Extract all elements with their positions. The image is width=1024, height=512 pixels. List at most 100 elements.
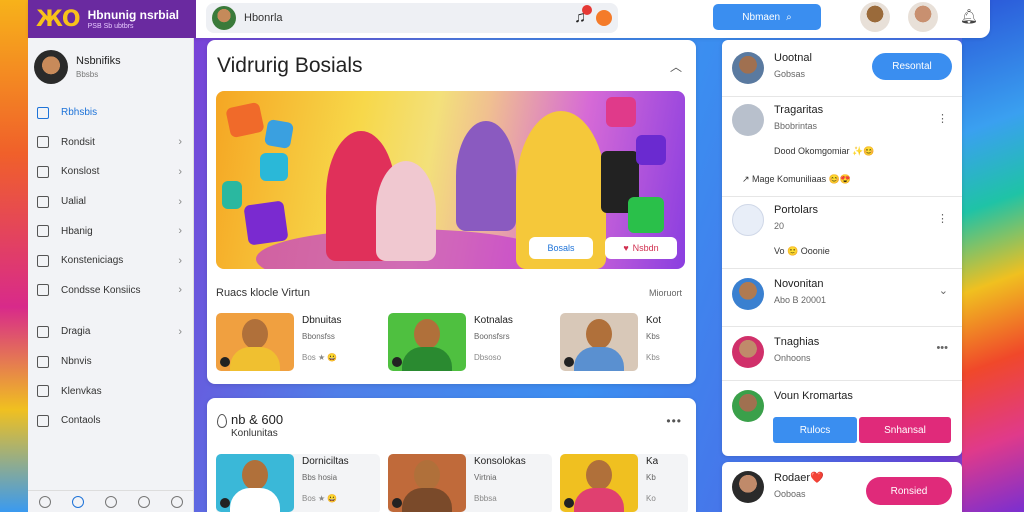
avatar <box>732 204 764 236</box>
more-icon[interactable]: ⋮ <box>937 112 948 125</box>
sidebar-item-2[interactable]: Konslost › <box>28 157 194 187</box>
sidebar-item-0[interactable]: Rbhsbis <box>28 98 194 128</box>
card-title: Ka <box>646 456 659 467</box>
sidebar-item-4[interactable]: Hbanig › <box>28 216 194 246</box>
contact-sub: Bbobrintas <box>774 121 818 131</box>
card-thumbnail <box>560 313 638 371</box>
music-icon[interactable]: ♫ <box>574 5 592 27</box>
settings-icon[interactable] <box>171 495 184 508</box>
left-sidebar: Nsbnifiks Bbsbs Rbhsbis Rondsit › Konslost ›… <box>28 38 194 512</box>
contact-row[interactable]: Tnaghias Onhoons <box>722 336 962 368</box>
app-tile-icon <box>243 200 289 246</box>
brand-logo: ЖO <box>36 6 81 32</box>
sidebar-item-5[interactable]: Konsteniciags › <box>28 246 194 276</box>
card-subtitle: Kb <box>646 473 656 482</box>
user-avatar-2[interactable] <box>908 2 938 32</box>
right-panel: Uootnal Gobsas Resontal Tragaritas Bbobr… <box>722 40 962 456</box>
panel2-subtitle: Konlunitas <box>231 428 278 439</box>
person-face <box>586 319 612 349</box>
sidebar-item-label: Contaols <box>61 415 101 427</box>
card-subtitle: Bbonsfss <box>302 332 335 341</box>
more-icon[interactable]: ••• <box>666 414 682 428</box>
content-card[interactable]: Kotnalas Boonsfsrs Dbsoso <box>388 313 548 373</box>
play-icon <box>392 357 402 367</box>
chevron-right-icon: › <box>178 225 182 238</box>
sidebar-item-7[interactable]: Dragia › <box>28 317 194 347</box>
person-face <box>586 460 612 490</box>
card-meta: Ko <box>646 494 656 503</box>
sidebar-nav: Rbhsbis Rondsit › Konslost › Ualial › Hbanig › Ko… <box>28 98 194 436</box>
sidebar-item-1[interactable]: Rondsit › <box>28 128 194 158</box>
contact-row[interactable]: Tragaritas Bbobrintas <box>722 104 962 136</box>
contact-name: Tragaritas <box>774 104 824 116</box>
card-thumbnail <box>560 454 638 512</box>
globe-icon[interactable] <box>71 495 84 508</box>
profile-name: Nsbnifiks <box>76 55 121 67</box>
chevron-up-icon[interactable]: ︿ <box>670 58 682 75</box>
user-icon[interactable] <box>138 495 151 508</box>
top-bar: ЖO Hbnunig nsrbial PSB Sb ubtbrs Hbonrla… <box>28 0 990 38</box>
post-link[interactable]: ↗ Mage Komuniliaas 😊😍 <box>742 174 851 185</box>
person-face <box>242 319 268 349</box>
banner-button-2[interactable]: ♥ Nsbdn <box>605 237 677 259</box>
chat-icon <box>225 101 265 139</box>
sidebar-item-10[interactable]: Contaols <box>28 406 194 436</box>
person-face <box>242 460 268 490</box>
banner-button-1[interactable]: Bosals <box>529 237 593 259</box>
top-button-label: Nbmaen <box>742 11 781 23</box>
card-subtitle: Bbs hosia <box>302 473 338 482</box>
chevron-down-icon[interactable]: ⌄ <box>939 284 948 297</box>
brand[interactable]: ЖO Hbnunig nsrbial PSB Sb ubtbrs <box>28 0 196 38</box>
sidebar-item-3[interactable]: Ualial › <box>28 187 194 217</box>
reply-button[interactable]: Rulocs <box>773 417 857 443</box>
avatar <box>732 278 764 310</box>
contact-name: Tnaghias <box>774 336 820 348</box>
sidebar-item-9[interactable]: Klenvkas <box>28 376 194 406</box>
sidebar-item-8[interactable]: Nbnvis <box>28 347 194 377</box>
emoji-icon[interactable] <box>596 10 612 26</box>
contact-sub: Abo B 20001 <box>774 295 827 305</box>
nav-item-icon <box>37 254 49 267</box>
home-icon[interactable] <box>38 495 51 508</box>
content-card[interactable]: Ka Kb Ko <box>560 454 688 512</box>
user-avatar-1[interactable] <box>860 2 890 32</box>
divider <box>722 96 962 97</box>
send-button[interactable]: Snhansal <box>859 417 951 443</box>
sidebar-profile[interactable]: Nsbnifiks Bbsbs <box>28 38 193 84</box>
bell-icon[interactable]: 🔔︎ <box>960 8 978 25</box>
panel2-title: nb & 600 <box>231 412 284 427</box>
follow-button[interactable]: Resontal <box>872 53 952 80</box>
top-action-button[interactable]: Nbmaen ⌕ <box>713 4 821 30</box>
brand-subtitle: PSB Sb ubtbrs <box>87 22 134 30</box>
card-meta: Dbsoso <box>474 353 502 362</box>
hero-banner[interactable]: Bosals ♥ Nsbdn <box>216 91 685 269</box>
action-button[interactable]: Ronsied <box>866 477 952 505</box>
search-bar[interactable]: Hbonrla ♫ <box>206 3 618 33</box>
sidebar-item-6[interactable]: Condsse Konsiics › <box>28 276 194 306</box>
notification-dot <box>582 5 592 15</box>
content-card[interactable]: Dorniciltas Bbs hosia Bos ★ 😀 <box>216 454 380 512</box>
contact-sub: Onhoons <box>774 353 811 363</box>
contact-row[interactable]: Portolars 20 <box>722 204 962 236</box>
app-tile-icon <box>606 97 636 127</box>
section-more-link[interactable]: Mioruort <box>649 288 682 298</box>
card-meta: Bos ★ 😀 <box>302 494 338 503</box>
play-icon <box>220 357 230 367</box>
more-icon[interactable]: ••• <box>936 342 948 354</box>
location-pin-icon <box>217 414 227 428</box>
chevron-right-icon: › <box>178 136 182 149</box>
content-card[interactable]: Konsolokas Virtnia Bbbsa <box>388 454 552 512</box>
nav-item-icon <box>37 106 49 119</box>
play-icon <box>392 498 402 508</box>
content-card[interactable]: Dbnuitas Bbonsfss Bos ★ 😀 <box>216 313 376 373</box>
content-card[interactable]: Kot Kbs Kbs <box>560 313 688 373</box>
nav-item-icon <box>37 165 49 178</box>
nav-item-icon <box>37 385 49 398</box>
contact-row[interactable]: Novonitan Abo B 20001 <box>722 278 962 310</box>
card-title: Konsolokas <box>474 456 526 467</box>
divider <box>722 326 962 327</box>
search-input[interactable]: Hbonrla <box>244 12 283 24</box>
more-icon[interactable]: ⋮ <box>937 212 948 225</box>
card-subtitle: Virtnia <box>474 473 497 482</box>
grid-icon[interactable] <box>104 495 117 508</box>
